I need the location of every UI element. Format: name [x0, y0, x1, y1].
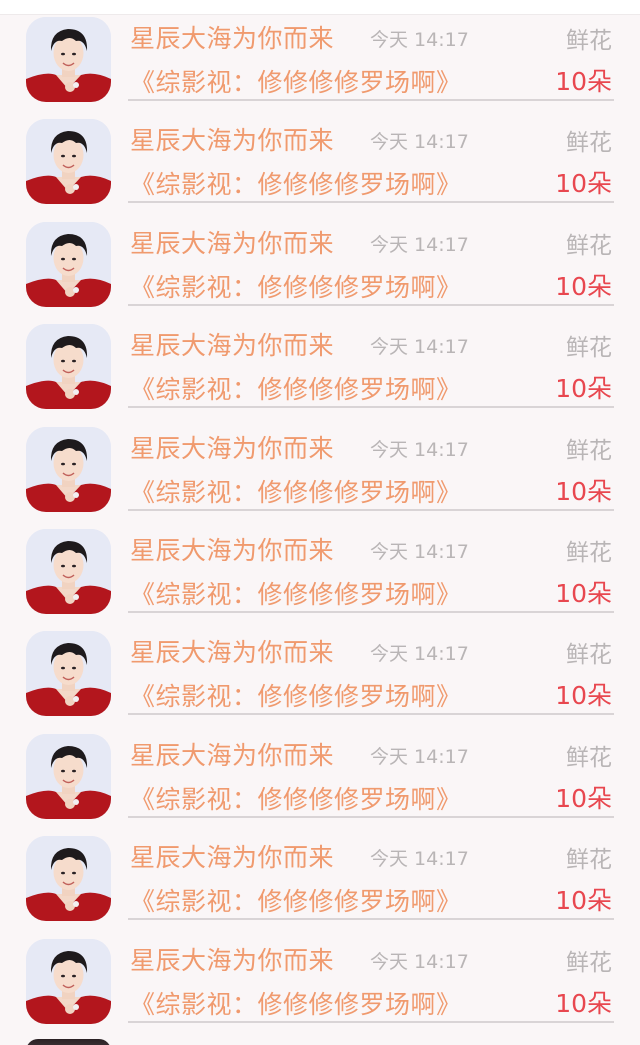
row-divider — [128, 406, 614, 409]
gift-count: 10朵 — [555, 67, 612, 96]
row-divider — [128, 201, 614, 204]
sender-name: 星辰大海为你而来 — [130, 24, 335, 53]
avatar[interactable] — [26, 221, 111, 307]
gift-record-row[interactable]: 星辰大海为你而来 今天 14:17 鲜花 《综影视：修修修修罗场啊》 10朵 — [0, 117, 640, 219]
gift-count: 10朵 — [555, 886, 612, 916]
avatar[interactable] — [26, 631, 111, 717]
gift-record-row[interactable]: 星辰大海为你而来 今天 14:17 鲜花 《综影视：修修修修罗场啊》 10朵 — [0, 527, 640, 629]
avatar[interactable] — [26, 836, 111, 922]
gift-type: 鲜花 — [566, 744, 612, 771]
sender-name: 星辰大海为你而来 — [130, 638, 335, 668]
gift-count: 10朵 — [555, 578, 612, 608]
avatar-partial — [26, 1039, 111, 1045]
work-title-link[interactable]: 《综影视：修修修修罗场啊》 — [130, 268, 462, 304]
row-divider — [128, 303, 614, 306]
gift-time: 今天 14:17 — [370, 131, 469, 154]
work-title-link[interactable]: 《综影视：修修修修罗场啊》 — [130, 677, 462, 713]
gift-type: 鲜花 — [566, 437, 612, 464]
gift-type: 鲜花 — [566, 335, 612, 362]
gift-type: 鲜花 — [566, 847, 612, 874]
row-divider — [128, 1020, 614, 1023]
gift-time: 今天 14:17 — [370, 540, 469, 563]
sender-name: 星辰大海为你而来 — [130, 433, 335, 463]
work-title-link[interactable]: 《综影视：修修修修罗场啊》 — [130, 780, 462, 816]
gift-time: 今天 14:17 — [370, 233, 469, 256]
gift-record-row[interactable]: 星辰大海为你而来 今天 14:17 鲜花 《综影视：修修修修罗场啊》 10朵 — [0, 732, 640, 834]
gift-count: 10朵 — [555, 783, 612, 813]
sender-name: 星辰大海为你而来 — [130, 945, 335, 975]
gift-record-row[interactable]: 星辰大海为你而来 今天 14:17 鲜花 《综影视：修修修修罗场啊》 10朵 — [0, 937, 640, 1039]
gift-count: 10朵 — [555, 476, 612, 506]
gift-time: 今天 14:17 — [370, 29, 469, 51]
gift-type: 鲜花 — [566, 642, 612, 669]
work-title-link[interactable]: 《综影视：修修修修罗场啊》 — [130, 575, 462, 611]
gift-type: 鲜花 — [566, 539, 612, 566]
gift-record-row[interactable]: 星辰大海为你而来 今天 14:17 鲜花 《综影视：修修修修罗场啊》 10朵 — [0, 322, 640, 424]
gift-record-row[interactable]: 星辰大海为你而来 今天 14:17 鲜花 《综影视：修修修修罗场啊》 10朵 — [0, 15, 640, 117]
gift-count: 10朵 — [555, 681, 612, 711]
gift-record-list: 星辰大海为你而来 今天 14:17 鲜花 《综影视：修修修修罗场啊》 10朵 星… — [0, 15, 640, 1039]
gift-type: 鲜花 — [566, 28, 612, 54]
gift-time: 今天 14:17 — [370, 848, 469, 871]
avatar[interactable] — [26, 17, 111, 102]
gift-record-row[interactable]: 星辰大海为你而来 今天 14:17 鲜花 《综影视：修修修修罗场啊》 10朵 — [0, 834, 640, 936]
row-divider — [128, 815, 614, 818]
gift-count: 10朵 — [555, 271, 612, 301]
gift-time: 今天 14:17 — [370, 745, 469, 768]
avatar[interactable] — [26, 528, 111, 614]
gift-type: 鲜花 — [566, 130, 612, 157]
avatar[interactable] — [26, 119, 111, 205]
gift-count: 10朵 — [555, 374, 612, 404]
row-divider — [128, 713, 614, 716]
sender-name: 星辰大海为你而来 — [130, 843, 335, 873]
sender-name: 星辰大海为你而来 — [130, 126, 335, 156]
row-divider — [128, 99, 614, 101]
top-strip — [0, 0, 640, 15]
sender-name: 星辰大海为你而来 — [130, 228, 335, 258]
row-divider — [128, 508, 614, 511]
gift-record-row[interactable]: 星辰大海为你而来 今天 14:17 鲜花 《综影视：修修修修罗场啊》 10朵 — [0, 220, 640, 322]
gift-time: 今天 14:17 — [370, 950, 469, 973]
sender-name: 星辰大海为你而来 — [130, 740, 335, 770]
gift-record-row[interactable]: 星辰大海为你而来 今天 14:17 鲜花 《综影视：修修修修罗场啊》 10朵 — [0, 629, 640, 731]
gift-time: 今天 14:17 — [370, 643, 469, 666]
gift-type: 鲜花 — [566, 232, 612, 259]
work-title-link[interactable]: 《综影视：修修修修罗场啊》 — [130, 473, 462, 509]
work-title-link[interactable]: 《综影视：修修修修罗场啊》 — [130, 63, 462, 99]
gift-count: 10朵 — [555, 988, 612, 1018]
avatar[interactable] — [26, 733, 111, 819]
gift-record-row[interactable]: 星辰大海为你而来 今天 14:17 鲜花 《综影视：修修修修罗场啊》 10朵 — [0, 425, 640, 527]
avatar[interactable] — [26, 938, 111, 1024]
work-title-link[interactable]: 《综影视：修修修修罗场啊》 — [130, 165, 462, 201]
avatar[interactable] — [26, 426, 111, 512]
row-divider — [128, 918, 614, 921]
sender-name: 星辰大海为你而来 — [130, 331, 335, 361]
avatar[interactable] — [26, 324, 111, 410]
work-title-link[interactable]: 《综影视：修修修修罗场啊》 — [130, 985, 462, 1021]
work-title-link[interactable]: 《综影视：修修修修罗场啊》 — [130, 370, 462, 406]
gift-type: 鲜花 — [566, 949, 612, 976]
work-title-link[interactable]: 《综影视：修修修修罗场啊》 — [130, 882, 462, 918]
row-divider — [128, 610, 614, 613]
gift-time: 今天 14:17 — [370, 438, 469, 461]
sender-name: 星辰大海为你而来 — [130, 535, 335, 565]
gift-time: 今天 14:17 — [370, 336, 469, 359]
gift-count: 10朵 — [555, 169, 612, 199]
